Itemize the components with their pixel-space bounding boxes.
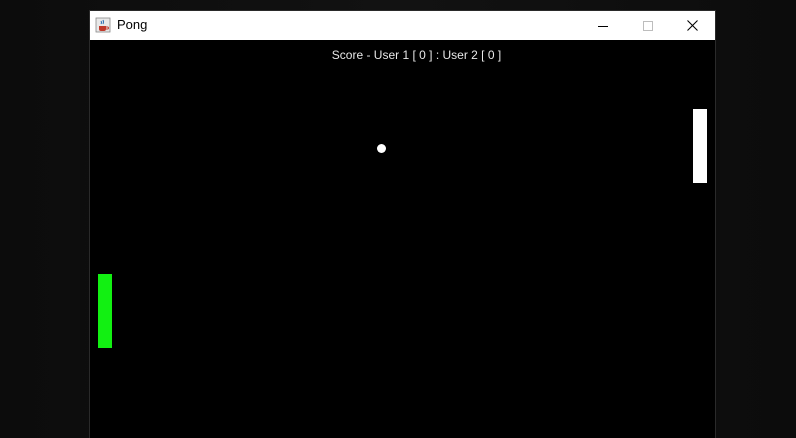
close-icon xyxy=(687,20,698,31)
pong-window: Pong Score - User 1 [ 0 ] : User 2 [ 0 ] xyxy=(90,11,715,438)
close-button[interactable] xyxy=(670,11,715,40)
window-title: Pong xyxy=(117,17,148,32)
title-bar[interactable]: Pong xyxy=(90,11,715,40)
ball xyxy=(377,144,386,153)
minimize-button[interactable] xyxy=(580,11,625,40)
maximize-icon xyxy=(642,20,653,31)
maximize-button[interactable] xyxy=(625,11,670,40)
game-canvas[interactable]: Score - User 1 [ 0 ] : User 2 [ 0 ] xyxy=(90,40,715,438)
left-paddle xyxy=(98,274,112,348)
java-cup-icon xyxy=(95,17,111,33)
right-paddle xyxy=(693,109,707,183)
score-display: Score - User 1 [ 0 ] : User 2 [ 0 ] xyxy=(331,48,502,62)
minimize-icon xyxy=(597,25,608,27)
